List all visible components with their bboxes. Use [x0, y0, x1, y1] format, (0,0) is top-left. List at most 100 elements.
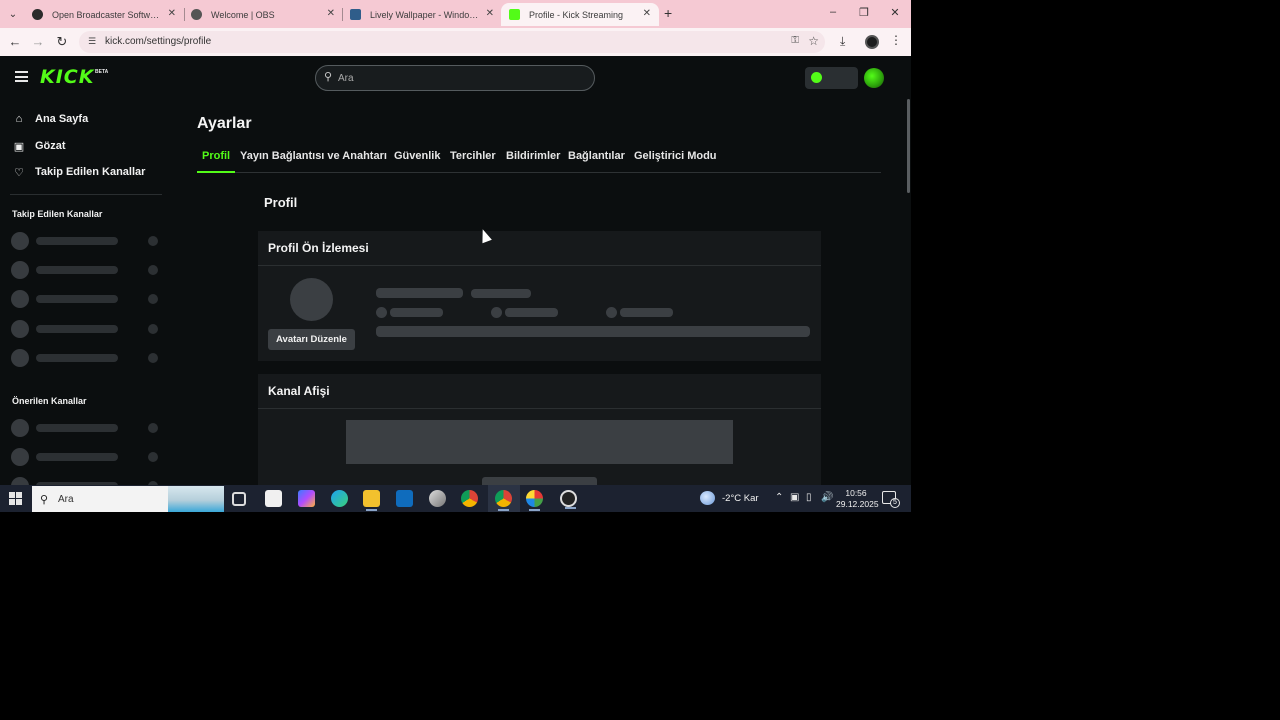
chrome-active-icon[interactable] — [495, 490, 512, 511]
volume-icon[interactable]: 🔊 — [821, 492, 833, 503]
active-tab-underline — [197, 171, 235, 173]
outlook-icon[interactable] — [396, 490, 413, 507]
tab-search-chevron-icon[interactable]: ⌄ — [4, 5, 22, 23]
taskbar-search-box[interactable]: ⚲ Ara — [32, 486, 224, 512]
forward-arrow-icon[interactable]: → — [30, 34, 46, 49]
tab-profile[interactable]: Profil — [202, 150, 230, 162]
kick-beta-badge: BETA — [95, 69, 109, 75]
user-avatar[interactable] — [864, 68, 884, 88]
sidebar-item-label: Gözat — [35, 140, 66, 152]
edit-avatar-button[interactable]: Avatarı Düzenle — [268, 329, 355, 350]
tray-overflow-chevron-icon[interactable]: ⌃ — [775, 492, 783, 503]
channel-skeleton-row — [11, 448, 161, 466]
card-title: Profil Ön İzlemesi — [258, 231, 821, 266]
app-icon[interactable] — [429, 490, 446, 507]
browser-tab-lively-wallpaper[interactable]: Lively Wallpaper - Windows'ta a ✕ — [342, 3, 502, 26]
browser-profile-avatar[interactable] — [865, 35, 879, 49]
browser-tab-obs[interactable]: Open Broadcaster Software | OBS ✕ — [24, 3, 184, 26]
more-menu-icon[interactable]: ⋮ — [890, 33, 902, 47]
channel-skeleton-row — [11, 477, 161, 485]
close-tab-icon[interactable]: ✕ — [168, 8, 176, 19]
browser-tab-welcome-obs[interactable]: Welcome | OBS ✕ — [183, 3, 343, 26]
globe-favicon-icon — [191, 9, 202, 20]
back-arrow-icon[interactable]: ← — [7, 34, 23, 49]
section-title: Profil — [264, 195, 298, 210]
minimize-window-icon[interactable]: – — [826, 6, 840, 18]
profile-preview-card: Profil Ön İzlemesi Avatarı Düzenle — [258, 231, 821, 361]
page-scrollbar[interactable] — [906, 99, 911, 485]
close-tab-icon[interactable]: ✕ — [643, 8, 651, 19]
notification-count-badge: 5 — [890, 498, 900, 508]
card-title: Kanal Afişi — [258, 374, 821, 409]
obs-favicon-icon — [32, 9, 43, 20]
new-tab-plus-icon[interactable]: + — [664, 5, 678, 21]
sidebar-item-following[interactable]: ♡ Takip Edilen Kanallar — [12, 162, 145, 182]
channel-skeleton-row — [11, 232, 161, 250]
skeleton-stat-icon — [491, 307, 502, 318]
channel-skeleton-row — [11, 261, 161, 279]
edge-icon[interactable] — [331, 490, 348, 507]
search-highlight-image — [168, 486, 224, 512]
browser-tab-strip: ⌄ Open Broadcaster Software | OBS ✕ Welc… — [0, 0, 911, 28]
browser-toolbar: ← → ↻ ☰ kick.com/settings/profile ⚿ ☆ ⤓ … — [0, 28, 911, 56]
skeleton-stat — [390, 308, 443, 317]
banner-placeholder — [346, 420, 733, 464]
home-icon: ⌂ — [15, 113, 23, 125]
tab-developer-mode[interactable]: Geliştirici Modu — [634, 150, 717, 162]
network-icon[interactable]: ▣ — [790, 492, 799, 503]
lively-favicon-icon — [350, 9, 361, 20]
skeleton-stat-icon — [606, 307, 617, 318]
app-icon[interactable] — [526, 490, 543, 511]
kick-search-box[interactable]: ⚲ — [315, 65, 595, 91]
banner-upload-button[interactable] — [482, 477, 597, 485]
copilot-icon[interactable] — [298, 490, 315, 507]
header-action-button[interactable] — [805, 67, 858, 89]
channel-skeleton-row — [11, 320, 161, 338]
tab-connections[interactable]: Bağlantılar — [568, 150, 625, 162]
password-key-icon[interactable]: ⚿ — [791, 35, 799, 46]
site-info-icon[interactable]: ☰ — [88, 36, 96, 47]
search-input[interactable] — [338, 69, 578, 87]
task-view-icon[interactable] — [232, 492, 246, 506]
close-tab-icon[interactable]: ✕ — [327, 8, 335, 19]
sidebar-item-home[interactable]: ⌂ Ana Sayfa — [12, 109, 89, 129]
url-text[interactable]: kick.com/settings/profile — [105, 36, 211, 47]
file-explorer-icon[interactable] — [363, 490, 380, 511]
download-icon[interactable]: ⤓ — [840, 34, 845, 49]
battery-icon[interactable]: ▯ — [806, 492, 812, 503]
tab-stream-key[interactable]: Yayın Bağlantısı ve Anahtarı — [240, 150, 387, 162]
chrome-icon[interactable] — [461, 490, 478, 507]
clock-time[interactable]: 10:56 — [845, 488, 867, 498]
heart-icon: ♡ — [14, 166, 24, 179]
tab-security[interactable]: Güvenlik — [394, 150, 440, 162]
bookmark-star-icon[interactable]: ☆ — [808, 34, 819, 48]
browser-tab-kick-profile[interactable]: Profile - Kick Streaming ✕ — [501, 3, 659, 26]
close-tab-icon[interactable]: ✕ — [486, 8, 494, 19]
weather-snow-icon[interactable] — [700, 491, 715, 505]
tab-notifications[interactable]: Bildirimler — [506, 150, 560, 162]
weather-text[interactable]: -2°C Kar — [722, 493, 759, 504]
address-bar[interactable]: ☰ kick.com/settings/profile ⚿ ☆ — [79, 31, 825, 53]
tab-title: Lively Wallpaper - Windows'ta a — [370, 9, 482, 20]
kick-header: KICK BETA ⚲ — [0, 57, 911, 99]
hamburger-menu-icon[interactable] — [15, 71, 28, 82]
sidebar-item-browse[interactable]: ▣ Gözat — [12, 136, 66, 156]
reload-icon[interactable]: ↻ — [54, 34, 70, 50]
windows-start-icon[interactable] — [9, 492, 22, 505]
kick-logo[interactable]: KICK — [40, 66, 94, 88]
restore-window-icon[interactable]: ❐ — [857, 6, 871, 19]
sidebar: ⌂ Ana Sayfa ▣ Gözat ♡ Takip Edilen Kanal… — [0, 99, 168, 485]
windows-taskbar: ⚲ Ara -2°C Kar ⌃ ▣ ▯ 🔊 10:56 29.12.2025 … — [0, 485, 911, 512]
skeleton-badge — [471, 289, 531, 298]
clock-date[interactable]: 29.12.2025 — [836, 499, 879, 509]
microsoft-store-icon[interactable] — [265, 490, 282, 507]
skeleton-bio — [376, 326, 810, 337]
scrollbar-thumb[interactable] — [907, 99, 910, 193]
recommended-channels-heading: Önerilen Kanallar — [12, 396, 87, 406]
followed-channels-heading: Takip Edilen Kanallar — [12, 209, 103, 219]
tab-title: Welcome | OBS — [211, 9, 275, 20]
obs-icon[interactable] — [560, 490, 577, 509]
skeleton-name — [376, 288, 463, 298]
close-window-icon[interactable]: ✕ — [888, 6, 902, 19]
tab-preferences[interactable]: Tercihler — [450, 150, 496, 162]
